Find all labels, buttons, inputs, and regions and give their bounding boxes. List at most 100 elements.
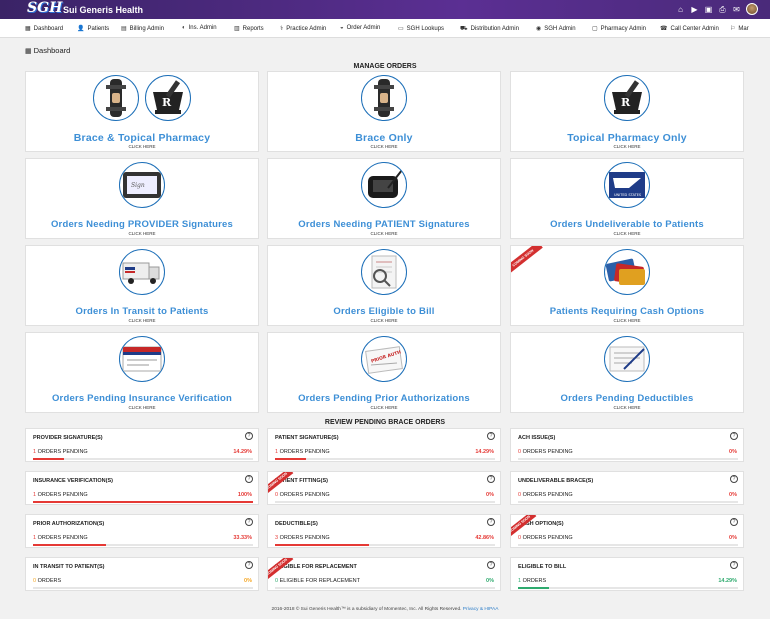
- breadcrumb-label[interactable]: Dashboard: [34, 46, 71, 55]
- card-images: Sign: [26, 162, 258, 208]
- help-icon[interactable]: ?: [245, 432, 253, 440]
- click-here-label[interactable]: CLICK HERE: [268, 144, 500, 149]
- click-here-label[interactable]: CLICK HERE: [268, 231, 500, 236]
- svg-text:Sign: Sign: [131, 182, 145, 189]
- nav-item[interactable]: 👤 Patients: [77, 25, 117, 33]
- nav-item[interactable]: ▤ Billing Admin: [121, 25, 172, 33]
- pending-stat[interactable]: PROVIDER SIGNATURE(S)? 1 ORDERS PENDING 14…: [25, 428, 259, 462]
- privacy-link[interactable]: Privacy & HIPAA: [463, 607, 499, 612]
- grid-icon: ▦: [25, 47, 32, 55]
- pending-stat[interactable]: PRIOR AUTHORIZATION(S)? 1 ORDERS PENDING 3…: [25, 514, 259, 548]
- logo[interactable]: SGH Sui Generis Health: [25, 0, 143, 17]
- help-icon[interactable]: ?: [730, 518, 738, 526]
- stat-count-value: 1: [275, 449, 279, 455]
- avatar[interactable]: [746, 3, 758, 15]
- help-icon[interactable]: ?: [245, 518, 253, 526]
- order-card[interactable]: Orders In Transit to Patients CLICK HERE: [25, 245, 259, 326]
- calendar-icon[interactable]: ▣: [704, 5, 713, 14]
- nav-item[interactable]: ⛟ Distribution Admin: [460, 25, 527, 33]
- pending-stat[interactable]: ELIGIBLE TO BILL? 1 ORDERS 14.29%: [510, 557, 744, 591]
- pending-stat[interactable]: INSURANCE VERIFICATION(S)? 1 ORDERS PENDI…: [25, 471, 259, 505]
- help-icon[interactable]: ?: [245, 561, 253, 569]
- order-card[interactable]: Orders Needing PATIENT Signatures CLICK H…: [267, 158, 501, 239]
- stat-count: 0 ORDERS: [33, 578, 61, 584]
- mail-icon[interactable]: ✉: [732, 5, 741, 14]
- nav-label: Distribution Admin: [470, 26, 519, 32]
- pending-stat[interactable]: UNDELIVERABLE BRACE(S)? 0 ORDERS PENDING 0…: [510, 471, 744, 505]
- nav-item[interactable]: ⚕ Practice Admin: [280, 25, 334, 33]
- help-icon[interactable]: ?: [487, 475, 495, 483]
- progress-track: [33, 458, 253, 460]
- pending-stat[interactable]: ELIGIBLE FOR REPLACEMENT? 0 ELIGIBLE FOR …: [267, 557, 501, 591]
- tablet-image: Sign: [119, 162, 165, 208]
- stat-count: 1 ORDERS: [518, 578, 546, 584]
- pending-stat[interactable]: PATIENT FITTING(S)? 0 ORDERS PENDING 0% COM…: [267, 471, 501, 505]
- order-card[interactable]: Orders Eligible to Bill CLICK HERE: [267, 245, 501, 326]
- nav-label: Dashboard: [33, 25, 64, 32]
- click-here-label[interactable]: CLICK HERE: [511, 231, 743, 236]
- stat-count-value: 0: [275, 578, 279, 584]
- order-card[interactable]: Brace Only CLICK HERE: [267, 71, 501, 152]
- click-here-label[interactable]: CLICK HERE: [26, 318, 258, 323]
- order-card[interactable]: R Topical Pharmacy Only CLICK HERE: [510, 71, 744, 152]
- pending-stat[interactable]: ACH ISSUE(S)? 0 ORDERS PENDING 0%: [510, 428, 744, 462]
- signpad-image: [361, 162, 407, 208]
- nav-item[interactable]: ◐ Ins. Admin: [182, 25, 225, 31]
- nav-label: Call Center Admin: [670, 25, 719, 32]
- pending-stat[interactable]: CASH OPTION(S)? 0 ORDERS PENDING 0% COMING …: [510, 514, 744, 548]
- card-images: [26, 249, 258, 295]
- help-icon[interactable]: ?: [730, 561, 738, 569]
- nav-item[interactable]: ▢ Pharmacy Admin: [592, 25, 654, 33]
- nav-item[interactable]: ▭ SGH Lookups: [398, 25, 452, 33]
- billing-icon: ▤: [121, 26, 127, 32]
- order-card[interactable]: Orders Pending Insurance Verification CLI…: [25, 332, 259, 413]
- click-here-label[interactable]: CLICK HERE: [511, 405, 743, 410]
- home-icon[interactable]: ⌂: [676, 5, 685, 14]
- stat-percent: 0%: [486, 492, 494, 498]
- click-here-label[interactable]: CLICK HERE: [511, 144, 743, 149]
- nav-item[interactable]: ☎ Call Center Admin: [660, 25, 727, 33]
- video-icon[interactable]: ▶: [690, 5, 699, 14]
- order-card[interactable]: R Brace & Topical Pharmacy CLICK HERE: [25, 71, 259, 152]
- click-here-label[interactable]: CLICK HERE: [268, 405, 500, 410]
- help-icon[interactable]: ?: [245, 475, 253, 483]
- click-here-label[interactable]: CLICK HERE: [268, 318, 500, 323]
- help-icon[interactable]: ?: [730, 432, 738, 440]
- order-card[interactable]: PRIOR AUTH Orders Pending Prior Authoriza…: [267, 332, 501, 413]
- cards-image: [604, 249, 650, 295]
- nav-item[interactable]: ◉ SGH Admin: [536, 25, 584, 33]
- click-here-label[interactable]: CLICK HERE: [26, 405, 258, 410]
- stat-label: ORDERS PENDING: [279, 449, 330, 455]
- shield-icon: ◐: [182, 25, 186, 31]
- brace-image: [361, 75, 407, 121]
- order-card[interactable]: Patients Requiring Cash Options CLICK HER…: [510, 245, 744, 326]
- card-title: Orders Pending Insurance Verification: [51, 393, 233, 404]
- order-card[interactable]: Orders Pending Deductibles CLICK HERE: [510, 332, 744, 413]
- card-images: [26, 336, 258, 382]
- order-card[interactable]: UNITED STATES Orders Undeliverable to Pat…: [510, 158, 744, 239]
- card-title: Orders Needing PATIENT Signatures: [298, 219, 470, 230]
- help-icon[interactable]: ?: [487, 518, 495, 526]
- click-here-label[interactable]: CLICK HERE: [511, 318, 743, 323]
- click-here-label[interactable]: CLICK HERE: [26, 144, 258, 149]
- nav-item[interactable]: ▦ Dashboard: [25, 25, 71, 33]
- nav-item[interactable]: ◒ Order Admin: [340, 25, 388, 31]
- nav-item[interactable]: ▥ Reports: [234, 25, 272, 33]
- help-icon[interactable]: ?: [487, 432, 495, 440]
- stat-count-value: 0: [518, 535, 522, 541]
- pending-stat[interactable]: DEDUCTIBLE(S)? 3 ORDERS PENDING 42.86%: [267, 514, 501, 548]
- order-card[interactable]: Sign Orders Needing PROVIDER Signatures CL…: [25, 158, 259, 239]
- truck-image: [119, 249, 165, 295]
- main-nav: ▦ Dashboard 👤 Patients ▤ Billing Admin ◐ Ins. A…: [0, 19, 770, 38]
- nav-item[interactable]: ⚐ Mar: [730, 25, 757, 33]
- help-icon[interactable]: ?: [487, 561, 495, 569]
- click-here-label[interactable]: CLICK HERE: [26, 231, 258, 236]
- phone-icon: ☎: [660, 26, 668, 32]
- card-title: Topical Pharmacy Only: [567, 132, 687, 144]
- print-icon[interactable]: ⎙: [718, 5, 727, 14]
- pending-stat[interactable]: PATIENT SIGNATURE(S)? 1 ORDERS PENDING 14.…: [267, 428, 501, 462]
- progress-track: [275, 544, 495, 546]
- logo-mark: SGH: [27, 0, 63, 16]
- help-icon[interactable]: ?: [730, 475, 738, 483]
- pending-stat[interactable]: IN TRANSIT TO PATIENT(S)? 0 ORDERS 0%: [25, 557, 259, 591]
